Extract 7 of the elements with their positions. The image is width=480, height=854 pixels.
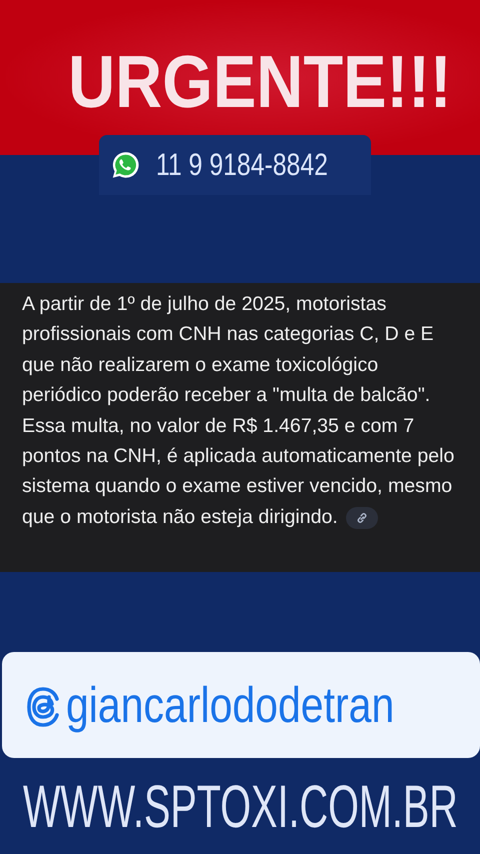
link-icon: [354, 510, 369, 525]
social-handle: giancarlododetran: [66, 676, 394, 734]
website-url: WWW.SPTOXI.COM.BR: [22, 772, 458, 841]
headline: URGENTE!!!: [68, 39, 452, 124]
link-chip[interactable]: [346, 506, 378, 529]
notice-text: A partir de 1º de julho de 2025, motoristas profissionais com CNH nas categorias C, D e E que não realizarem o exame toxicológico periódico poderão receber a "multa de balcão". Essa multa, no valor de R$ 1.467,35 e com 7 pontos na CNH, é aplicada automaticamente pelo sistema quando o exame estiver vencido, mesmo que o motorista não esteja dirigindo.: [22, 292, 456, 531]
phone-number: 11 9 9184-8842: [156, 147, 328, 183]
